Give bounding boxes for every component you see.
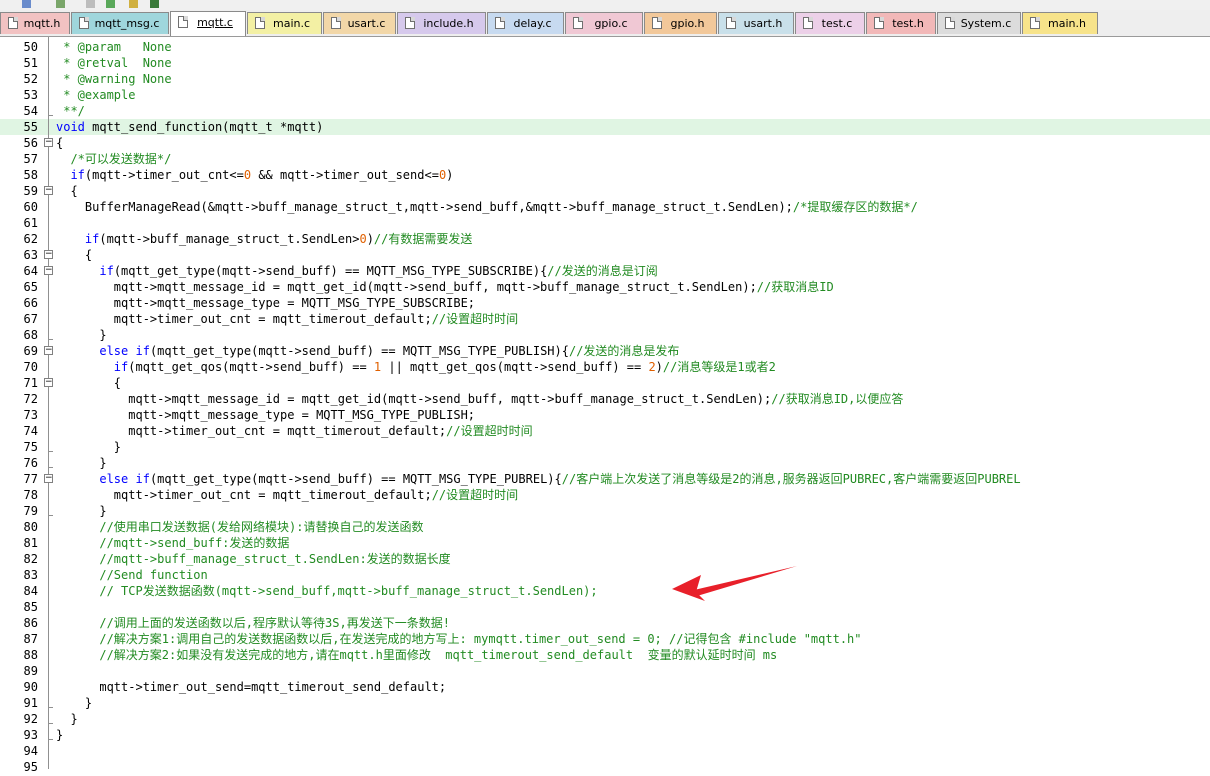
annotation-arrow bbox=[672, 566, 797, 601]
red-arrow-icon bbox=[672, 566, 797, 601]
